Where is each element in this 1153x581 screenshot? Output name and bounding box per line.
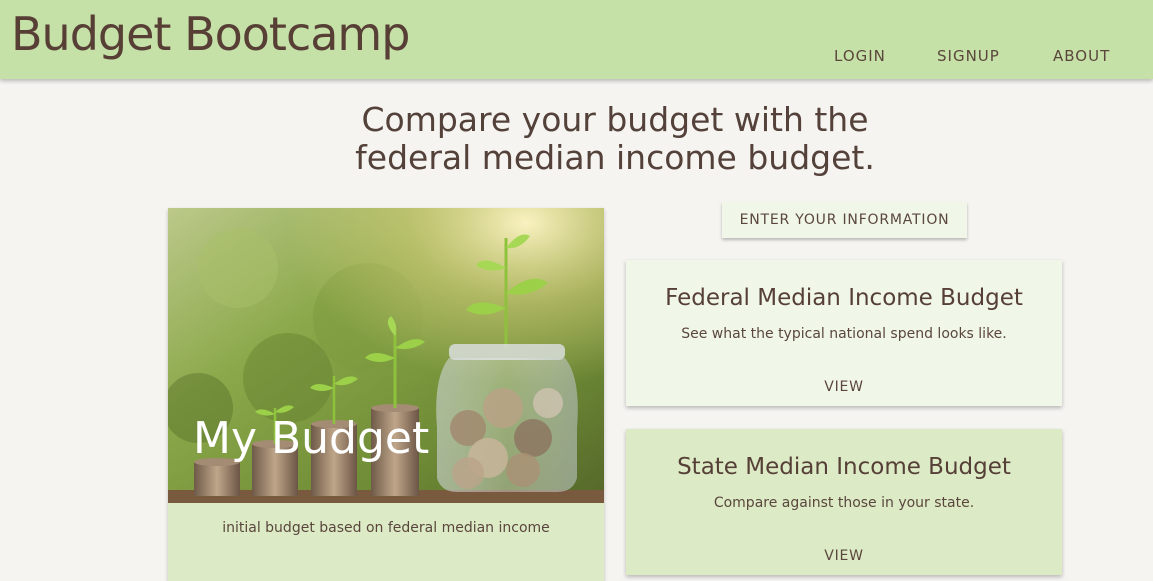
nav-signup[interactable]: SIGNUP (937, 47, 1000, 65)
state-card-title: State Median Income Budget (677, 454, 1011, 480)
federal-card-title: Federal Median Income Budget (665, 285, 1023, 311)
headline-line-1: Compare your budget with the (361, 100, 869, 139)
page-headline: Compare your budget with the federal med… (250, 101, 980, 177)
my-budget-card[interactable]: My Budget initial budget based on federa… (168, 208, 604, 581)
enter-information-button[interactable]: ENTER YOUR INFORMATION (722, 202, 967, 238)
federal-budget-card: Federal Median Income Budget See what th… (626, 260, 1062, 406)
federal-card-description: See what the typical national spend look… (681, 326, 1007, 342)
state-budget-card: State Median Income Budget Compare again… (626, 429, 1062, 575)
state-view-link[interactable]: VIEW (626, 548, 1062, 564)
my-budget-caption: initial budget based on federal median i… (222, 520, 550, 536)
federal-view-link[interactable]: VIEW (626, 379, 1062, 395)
nav-about[interactable]: ABOUT (1053, 47, 1110, 65)
navbar: Budget Bootcamp LOGIN SIGNUP ABOUT (0, 0, 1153, 79)
my-budget-title: My Budget (193, 413, 430, 464)
state-card-description: Compare against those in your state. (713, 495, 975, 511)
brand-title[interactable]: Budget Bootcamp (11, 4, 410, 64)
headline-line-2: federal median income budget. (355, 138, 875, 177)
nav-login[interactable]: LOGIN (834, 47, 886, 65)
